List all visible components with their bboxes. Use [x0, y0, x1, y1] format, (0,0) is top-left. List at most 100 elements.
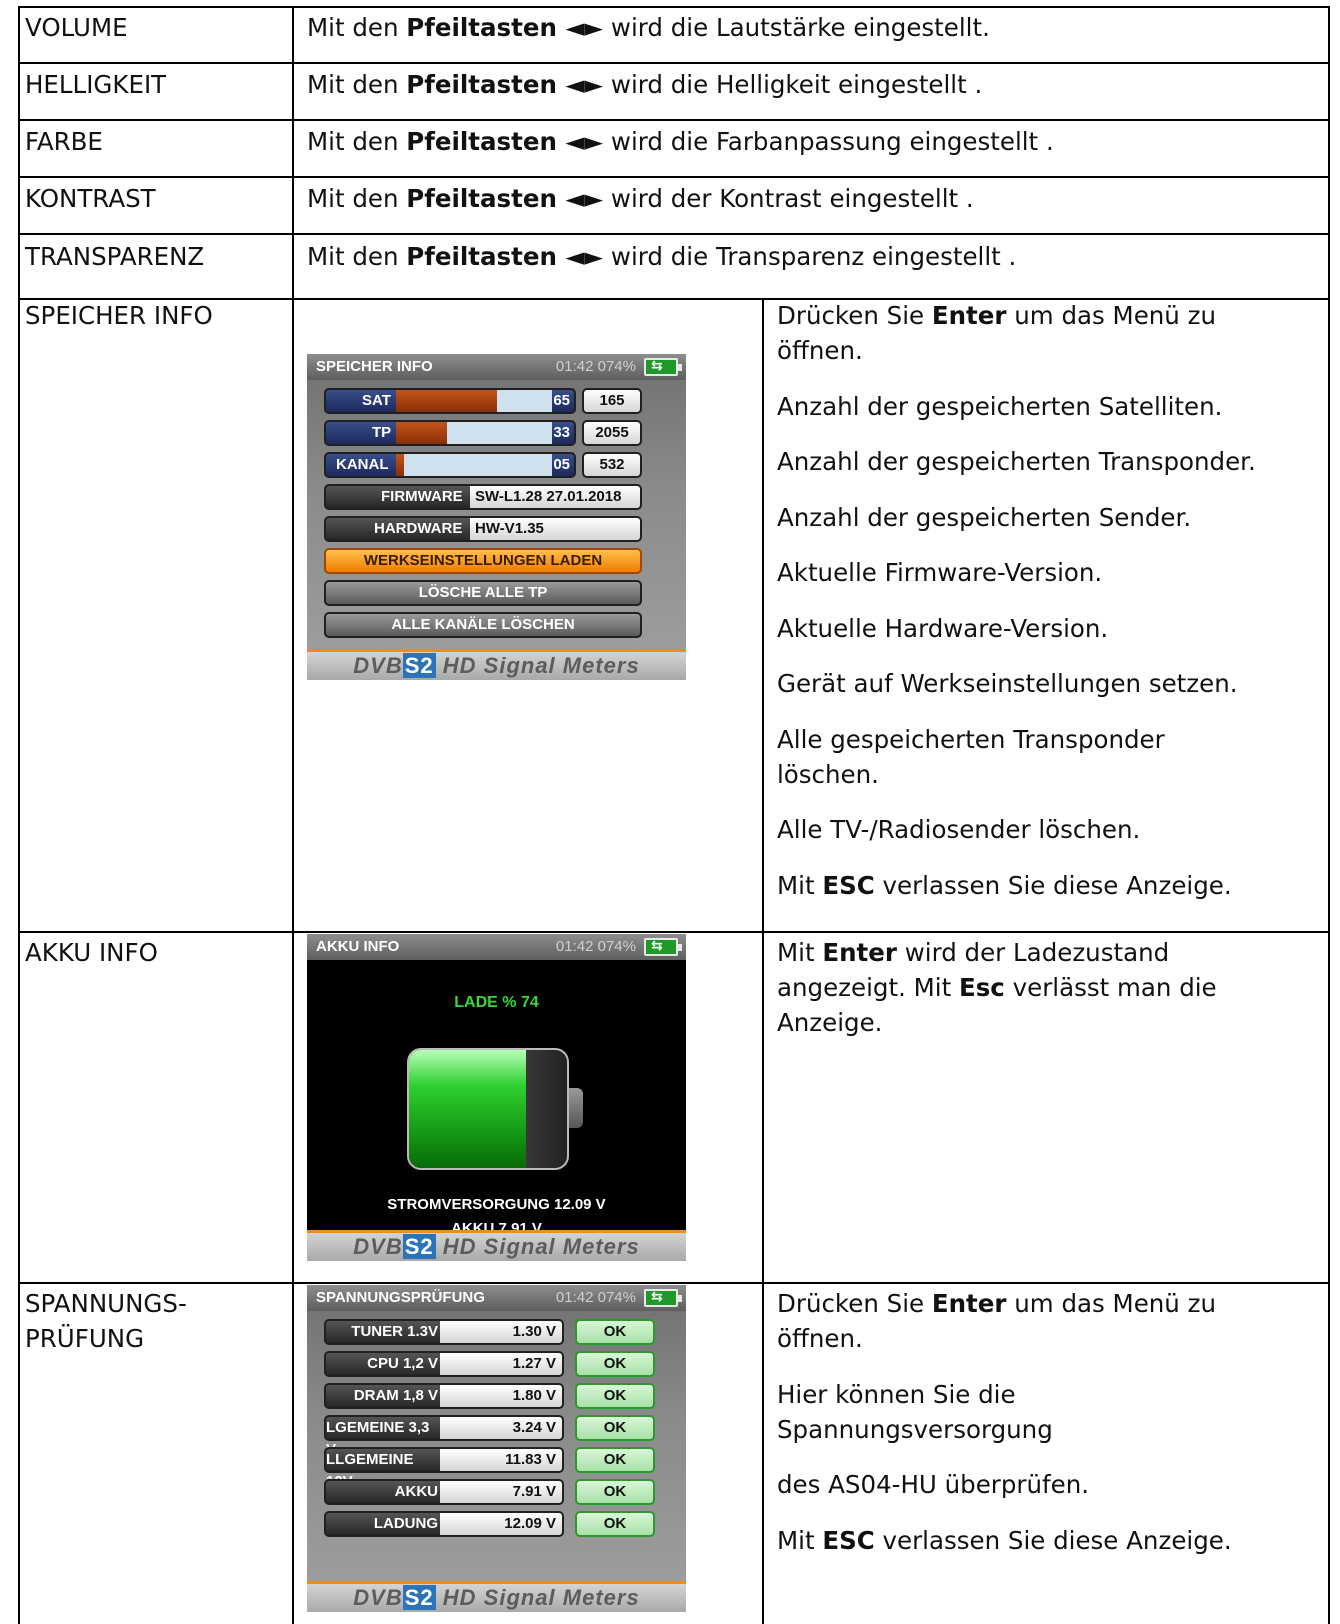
voltage-name: AKKU — [394, 1483, 438, 1500]
row-label-akku-info: AKKU INFO — [25, 938, 158, 967]
voltage-status-ok: OK — [575, 1415, 655, 1441]
speicher-desc-tp: Anzahl der gespeicherten Transponder. — [777, 447, 1256, 476]
hardware-row: HARDWARE HW-V1.35 — [324, 516, 642, 542]
row-label-volume: VOLUME — [25, 13, 128, 42]
spannung-desc-open: Drücken Sie Enter um das Menü zu — [777, 1289, 1216, 1318]
speicher-desc-open: Drücken Sie Enter um das Menü zu — [777, 301, 1216, 330]
screen-clock: 01:42 074% — [555, 358, 636, 375]
signal-meters-logo: DVBS2 HD Signal Meters — [307, 652, 686, 680]
storage-bar-fill — [396, 390, 497, 412]
akku-desc-3: Anzeige. — [777, 1008, 883, 1037]
voltage-row-bar: AKKU 7.91 V — [324, 1479, 564, 1505]
hardware-value: HW-V1.35 — [470, 518, 640, 540]
row-divider — [18, 176, 1330, 178]
voltage-status-ok: OK — [575, 1447, 655, 1473]
speicher-desc-del-ch: Alle TV-/Radiosender löschen. — [777, 815, 1141, 844]
voltage-row-bar: CPU 1,2 V 1.27 V — [324, 1351, 564, 1377]
screen-clock: 01:42 074% — [555, 938, 636, 955]
storage-bar-fill — [396, 454, 404, 476]
storage-total-sat: 165 — [582, 388, 642, 414]
voltage-row-bar: LLGEMEINE 12V11.83 V — [324, 1447, 564, 1490]
spannung-desc-esc: Mit ESC verlassen Sie diese Anzeige. — [777, 1526, 1232, 1555]
spannungspruefung-screen: SPANNUNGSPRÜFUNG 01:42 074% ⇆ TUNER 1.3V… — [307, 1285, 686, 1612]
firmware-row: FIRMWARE SW-L1.28 27.01.2018 — [324, 484, 642, 510]
row-label-speicher-info: SPEICHER INFO — [25, 301, 213, 330]
voltage-row-bar: LADUNG 12.09 V — [324, 1511, 564, 1537]
akku-desc-2: angezeigt. Mit Esc verlässt man die — [777, 973, 1217, 1002]
row-label-spannung: SPANNUNGS- — [25, 1289, 187, 1318]
speicher-desc-esc: Mit ESC verlassen Sie diese Anzeige. — [777, 871, 1232, 900]
storage-row-label: KANAL — [336, 456, 389, 473]
storage-row-value: 65 — [553, 392, 570, 409]
voltage-name: CPU 1,2 V — [367, 1355, 438, 1372]
speicher-desc-del-tp-2: löschen. — [777, 760, 879, 789]
voltage-row-bar: LGEMEINE 3,3 V3.24 V — [324, 1415, 564, 1458]
spannung-desc-p3: des AS04-HU überprüfen. — [777, 1470, 1090, 1499]
battery-charging-icon: ⇆ — [644, 357, 682, 376]
row-label-farbe: FARBE — [25, 127, 103, 156]
row-desc-volume: Mit den Pfeiltasten ◄► wird die Lautstär… — [307, 13, 990, 42]
storage-row-value: 05 — [553, 456, 570, 473]
factory-reset-button[interactable]: WERKSEINSTELLUNGEN LADEN — [324, 548, 642, 574]
speicher-desc-open-2: öffnen. — [777, 336, 863, 365]
voltage-row-bar: TUNER 1.3V 1.30 V — [324, 1319, 564, 1345]
voltage-name: TUNER 1.3V — [351, 1323, 438, 1340]
speicher-info-screen: SPEICHER INFO 01:42 074% ⇆ SAT 65 165 TP… — [307, 354, 686, 680]
row-label-transparenz: TRANSPARENZ — [25, 242, 205, 271]
screen-title: SPANNUNGSPRÜFUNG — [316, 1289, 485, 1306]
speicher-desc-del-tp: Alle gespeicherten Transponder — [777, 725, 1165, 754]
storage-row-label: TP — [372, 424, 392, 441]
voltage-value: 1.80 V — [440, 1385, 562, 1407]
signal-meters-logo: DVBS2 HD Signal Meters — [307, 1584, 686, 1612]
spannung-desc-open-2: öffnen. — [777, 1324, 863, 1353]
hardware-label: HARDWARE — [374, 520, 463, 537]
speicher-desc-reset: Gerät auf Werkseinstellungen setzen. — [777, 669, 1238, 698]
voltage-row-bar: DRAM 1,8 V 1.80 V — [324, 1383, 564, 1409]
voltage-status-ok: OK — [575, 1511, 655, 1537]
voltage-value: 1.27 V — [440, 1353, 562, 1375]
storage-row-sat: SAT 65 — [324, 388, 576, 414]
voltage-name: LADUNG — [373, 1515, 438, 1532]
speicher-desc-hw: Aktuelle Hardware-Version. — [777, 614, 1109, 643]
voltage-value: 1.30 V — [440, 1321, 562, 1343]
battery-charging-icon: ⇆ — [644, 937, 682, 956]
row-label-spannung-2: PRÜFUNG — [25, 1324, 145, 1353]
firmware-value: SW-L1.28 27.01.2018 — [470, 486, 640, 508]
screen-header: AKKU INFO 01:42 074% ⇆ — [307, 934, 686, 960]
delete-all-channels-button[interactable]: ALLE KANÄLE LÖSCHEN — [324, 612, 642, 638]
row-desc-helligkeit: Mit den Pfeiltasten ◄► wird die Helligke… — [307, 70, 983, 99]
battery-level-fill — [409, 1050, 526, 1168]
row-desc-transparenz: Mit den Pfeiltasten ◄► wird die Transpar… — [307, 242, 1017, 271]
speicher-desc-sat: Anzahl der gespeicherten Satelliten. — [777, 392, 1223, 421]
battery-charging-icon: ⇆ — [644, 1288, 682, 1307]
row-label-helligkeit: HELLIGKEIT — [25, 70, 167, 99]
voltage-value: 12.09 V — [440, 1513, 562, 1535]
akku-info-screen: AKKU INFO 01:42 074% ⇆ LADE % 74 STROMVE… — [307, 934, 686, 1261]
screen-header: SPANNUNGSPRÜFUNG 01:42 074% ⇆ — [307, 1285, 686, 1311]
row-divider — [18, 1282, 1330, 1284]
voltage-status-ok: OK — [575, 1479, 655, 1505]
screen-title: AKKU INFO — [316, 938, 400, 955]
supply-voltage: STROMVERSORGUNG 12.09 V — [387, 1196, 606, 1213]
storage-row-label: SAT — [362, 392, 391, 409]
delete-all-tp-button[interactable]: LÖSCHE ALLE TP — [324, 580, 642, 606]
screen-title: SPEICHER INFO — [316, 358, 433, 375]
row-divider — [18, 119, 1330, 121]
column-divider-2 — [762, 298, 764, 1624]
storage-bar-fill — [396, 422, 447, 444]
row-divider — [18, 233, 1330, 235]
akku-desc-1: Mit Enter wird der Ladezustand — [777, 938, 1170, 967]
voltage-status-ok: OK — [575, 1319, 655, 1345]
speicher-desc-sender: Anzahl der gespeicherten Sender. — [777, 503, 1192, 532]
storage-row-kanal: KANAL 05 — [324, 452, 576, 478]
charge-label: LADE % 74 — [454, 994, 539, 1011]
speicher-desc-fw: Aktuelle Firmware-Version. — [777, 558, 1103, 587]
firmware-label: FIRMWARE — [381, 488, 463, 505]
voltage-value: 7.91 V — [440, 1481, 562, 1503]
storage-row-tp: TP 33 — [324, 420, 576, 446]
screen-clock: 01:42 074% — [555, 1289, 636, 1306]
voltage-value: 11.83 V — [440, 1449, 562, 1471]
voltage-status-ok: OK — [575, 1351, 655, 1377]
spannung-desc-p2: Spannungsversorgung — [777, 1415, 1053, 1444]
storage-total-kanal: 532 — [582, 452, 642, 478]
